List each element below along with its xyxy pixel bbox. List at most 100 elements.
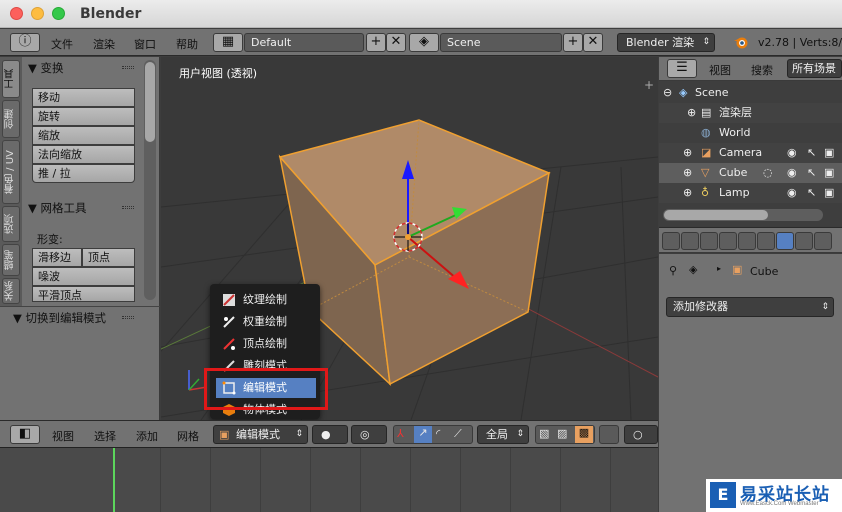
move-button[interactable]: 移动 (32, 88, 135, 107)
scrollbar-thumb[interactable] (145, 62, 155, 142)
expand-icon[interactable]: ⊕ (683, 183, 692, 203)
slide-vertex-button[interactable]: 顶点 (82, 248, 135, 267)
shading-mode-select[interactable]: ● (312, 425, 348, 444)
outliner-menu-search[interactable]: 搜索 (751, 62, 773, 78)
pivot-point-select[interactable]: ◎ (351, 425, 387, 444)
render-layer-tab-icon[interactable] (681, 232, 699, 250)
expand-icon[interactable]: ⊕ (683, 163, 692, 183)
transform-orientation-select[interactable]: 全局 ⇕ (477, 425, 529, 444)
manipulator-toggle-icon[interactable]: ⅄ (397, 427, 404, 440)
menu-select[interactable]: 选择 (94, 428, 116, 444)
scale-button[interactable]: 缩放 (32, 126, 135, 145)
limit-selection-icon[interactable] (599, 425, 619, 444)
menu-item-texture-paint[interactable]: 纹理绘制 (216, 290, 316, 310)
outliner-row-scene[interactable]: ⊖ ◈ Scene (659, 83, 842, 103)
interaction-mode-select[interactable]: ▣ 编辑模式 ⇕ (213, 425, 308, 444)
vertex-select-icon[interactable]: ▧ (539, 427, 549, 440)
selectable-cursor-icon[interactable]: ↖ (807, 143, 816, 163)
render-tab-icon[interactable] (662, 232, 680, 250)
minimize-window-button[interactable] (31, 7, 44, 20)
tab-shading-uv[interactable]: 着色 / UV (2, 140, 20, 204)
tab-relations[interactable]: 关系 (2, 278, 20, 304)
material-tab-icon[interactable] (814, 232, 832, 250)
panel-grip-icon[interactable] (122, 316, 134, 319)
mesh-tools-panel-header[interactable]: ▼ 网格工具 (28, 200, 87, 216)
selectable-cursor-icon[interactable]: ↖ (807, 183, 816, 203)
scrollbar-thumb[interactable] (664, 210, 768, 220)
renderable-camera-icon[interactable]: ▣ (824, 183, 834, 203)
visibility-eye-icon[interactable]: ◉ (787, 183, 797, 203)
menu-item-vertex-paint[interactable]: 顶点绘制 (216, 334, 316, 354)
tab-tools[interactable]: 工具 (2, 60, 20, 98)
constraints-tab-icon[interactable] (757, 232, 775, 250)
expand-icon[interactable]: ⊕ (683, 143, 692, 163)
visibility-eye-icon[interactable]: ◉ (787, 143, 797, 163)
outliner-row-camera[interactable]: ⊕ ◪ Camera ◉ ↖ ▣ (659, 143, 842, 163)
close-window-button[interactable] (10, 7, 23, 20)
add-region-plus-icon[interactable]: + (644, 78, 654, 92)
add-layout-button[interactable]: + (366, 33, 386, 52)
visibility-eye-icon[interactable]: ◉ (787, 163, 797, 183)
selectable-cursor-icon[interactable]: ↖ (807, 163, 816, 183)
collapse-icon[interactable]: ⊖ (663, 83, 672, 103)
add-modifier-select[interactable]: 添加修改器 ⇕ (666, 297, 834, 317)
add-scene-button[interactable]: + (563, 33, 583, 52)
outliner-row-world[interactable]: ◍ World (659, 123, 842, 143)
timeline-editor[interactable] (0, 447, 658, 512)
render-engine-select[interactable]: Blender 渲染 ⇕ (617, 33, 715, 52)
face-select-icon[interactable]: ▩ (575, 426, 593, 443)
smooth-vertex-button[interactable]: 平滑顶点 (32, 286, 135, 302)
rotate-manipulator-icon[interactable]: ◜ (436, 427, 440, 440)
translate-manipulator-icon[interactable]: ↗ (414, 426, 432, 443)
remove-scene-button[interactable]: ✕ (583, 33, 603, 52)
tool-shelf-scrollbar[interactable] (144, 60, 156, 300)
outliner-display-filter[interactable]: 所有场景 (787, 59, 842, 78)
menu-view[interactable]: 视图 (52, 428, 74, 444)
renderable-camera-icon[interactable]: ▣ (824, 143, 834, 163)
panel-grip-icon[interactable] (122, 206, 134, 209)
object-tab-icon[interactable] (738, 232, 756, 250)
timeline-frame-cursor[interactable] (113, 448, 115, 512)
menu-window[interactable]: 窗口 (134, 36, 156, 52)
outliner-menu-view[interactable]: 视图 (709, 62, 731, 78)
pin-icon[interactable]: ⚲ (669, 264, 677, 277)
slide-edge-button[interactable]: 滑移边 (32, 248, 82, 267)
edge-select-icon[interactable]: ▨ (557, 427, 567, 440)
tab-create[interactable]: 创建 (2, 100, 20, 138)
remove-layout-button[interactable]: ✕ (386, 33, 406, 52)
panel-grip-icon[interactable] (122, 66, 134, 69)
proportional-edit-select[interactable]: ○ (624, 425, 658, 444)
editor-type-info-button[interactable]: ⓘ (10, 33, 40, 52)
scale-manipulator-icon[interactable]: ⟋ (454, 427, 462, 441)
editor-type-outliner-button[interactable]: ☰ (667, 59, 697, 78)
transform-panel-header[interactable]: ▼ 变换 (28, 60, 64, 76)
rotate-button[interactable]: 旋转 (32, 107, 135, 126)
menu-mesh[interactable]: 网格 (177, 428, 199, 444)
renderable-camera-icon[interactable]: ▣ (824, 163, 834, 183)
modifiers-wrench-tab-icon[interactable] (776, 232, 794, 250)
editor-type-3d-button[interactable]: ◧ (10, 425, 40, 444)
world-tab-icon[interactable] (719, 232, 737, 250)
expand-icon[interactable]: ⊕ (687, 103, 696, 123)
outliner-row-cube[interactable]: ⊕ ▽ Cube ◌ ◉ ↖ ▣ (659, 163, 842, 183)
scene-tab-icon[interactable] (700, 232, 718, 250)
outliner-row-render-layers[interactable]: ⊕ ▤ 渲染层 (659, 103, 842, 123)
scene-name-field[interactable]: Scene (440, 33, 562, 52)
mesh-data-tab-icon[interactable] (795, 232, 813, 250)
menu-help[interactable]: 帮助 (176, 36, 198, 52)
menu-file[interactable]: 文件 (51, 36, 73, 52)
scene-browse-button[interactable]: ◈ (409, 33, 439, 52)
screen-layout-button[interactable]: ▦ (213, 33, 243, 52)
tab-grease-pencil[interactable]: 蜡笔 (2, 244, 20, 276)
menu-item-weight-paint[interactable]: 权重绘制 (216, 312, 316, 332)
3d-cursor[interactable] (393, 222, 423, 252)
menu-add[interactable]: 添加 (136, 428, 158, 444)
tab-options[interactable]: 选项 (2, 206, 20, 242)
menu-render[interactable]: 渲染 (93, 36, 115, 52)
layout-name-field[interactable]: Default (244, 33, 364, 52)
operator-panel-header[interactable]: ▼ 切换到编辑模式 (13, 310, 106, 326)
push-pull-button[interactable]: 推 / 拉 (32, 164, 135, 183)
shrink-fatten-button[interactable]: 法向缩放 (32, 145, 135, 164)
noise-button[interactable]: 噪波 (32, 267, 135, 286)
outliner-h-scrollbar[interactable] (663, 209, 823, 221)
